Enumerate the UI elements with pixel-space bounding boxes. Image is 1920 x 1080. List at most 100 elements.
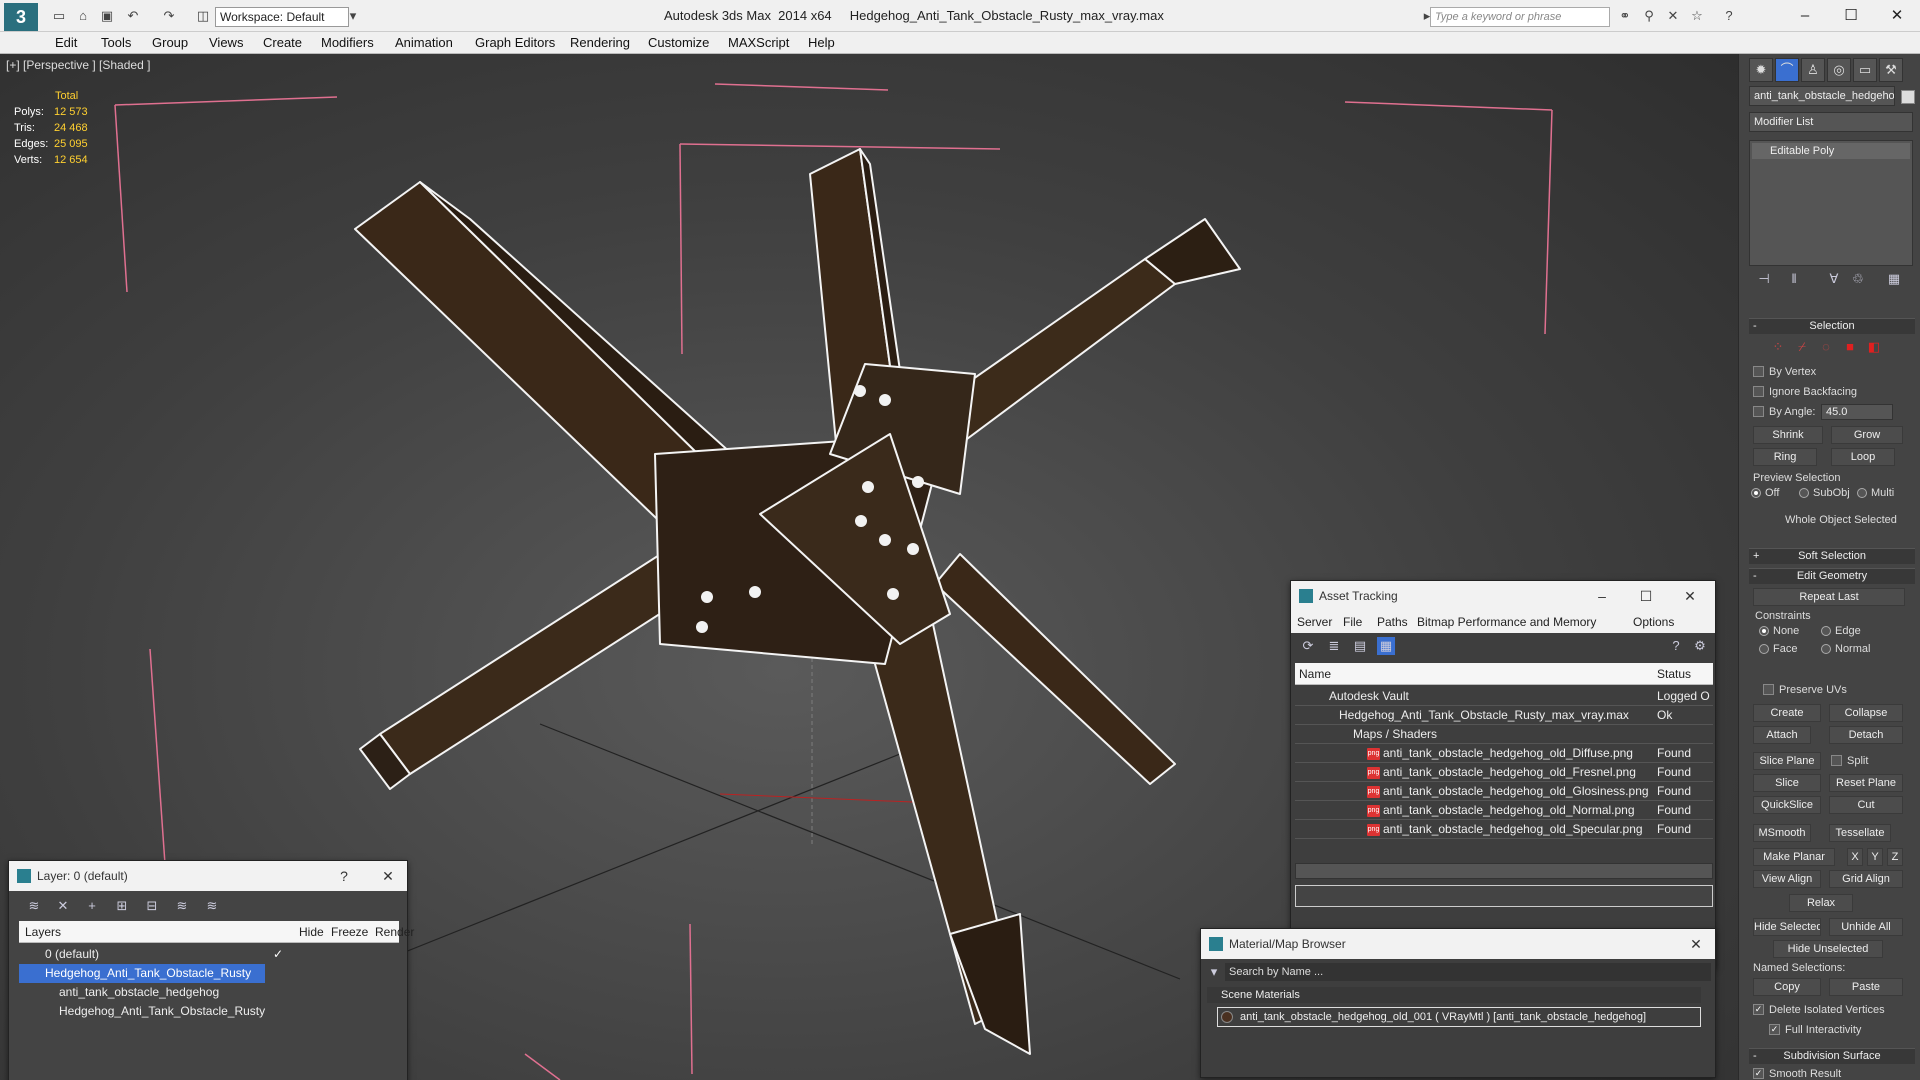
constraint-edge-radio[interactable] — [1821, 626, 1831, 636]
border-mode-icon[interactable]: ◌ — [1817, 338, 1835, 356]
workspace-dropdown[interactable]: Workspace: Default — [215, 7, 349, 27]
material-close-button[interactable]: ✕ — [1681, 932, 1711, 956]
layer-row-default[interactable]: 0 (default) ✓ — [19, 945, 399, 964]
vertex-mode-icon[interactable]: ⁘ — [1769, 338, 1787, 356]
constraint-normal-radio[interactable] — [1821, 644, 1831, 654]
constraint-none-radio[interactable] — [1759, 626, 1769, 636]
tessellate-button[interactable]: Tessellate — [1829, 824, 1891, 842]
vault-settings-icon[interactable]: ⚙ — [1691, 637, 1709, 655]
menu-customize[interactable]: Customize — [648, 35, 709, 50]
display-tab-icon[interactable]: ▭ — [1853, 58, 1877, 82]
soft-selection-rollout[interactable]: + Soft Selection — [1749, 548, 1915, 564]
quickslice-button[interactable]: QuickSlice — [1753, 796, 1821, 814]
list-view-icon[interactable]: ≣ — [1325, 637, 1343, 655]
layer-add-icon[interactable]: + — [83, 897, 101, 915]
undo-icon[interactable]: ↶ — [124, 7, 142, 25]
detach-button[interactable]: Detach — [1829, 726, 1903, 744]
split-checkbox[interactable] — [1831, 755, 1842, 766]
by-angle-checkbox[interactable] — [1753, 406, 1764, 417]
material-browser-title[interactable]: Material/Map Browser — [1201, 929, 1715, 959]
browser-options-icon[interactable]: ▾ — [1205, 963, 1223, 981]
new-file-icon[interactable]: ▭ — [50, 7, 68, 25]
col-status[interactable]: Status — [1657, 663, 1691, 685]
asset-row[interactable]: png anti_tank_obstacle_hedgehog_old_Glosi… — [1295, 782, 1713, 801]
preserve-uvs-checkbox[interactable] — [1763, 684, 1774, 695]
layer-new-icon[interactable]: ≋ — [25, 897, 43, 915]
asset-menu-options[interactable]: Options — [1633, 615, 1674, 629]
view-align-button[interactable]: View Align — [1753, 870, 1821, 888]
ignore-backfacing-checkbox[interactable] — [1753, 386, 1764, 397]
menu-animation[interactable]: Animation — [395, 35, 453, 50]
save-file-icon[interactable]: ▣ — [98, 7, 116, 25]
modify-tab-icon[interactable]: ⌒ — [1775, 58, 1799, 82]
menu-help[interactable]: Help — [808, 35, 835, 50]
layer-row-object[interactable]: Hedgehog_Anti_Tank_Obstacle_Rusty — [19, 1002, 399, 1021]
binoculars-icon[interactable]: ⚭ — [1616, 7, 1634, 25]
edge-mode-icon[interactable]: ⌿ — [1793, 338, 1811, 356]
asset-menu-bitmap[interactable]: Bitmap Performance and Memory — [1417, 615, 1596, 629]
help-icon[interactable]: ? — [1720, 7, 1738, 25]
menu-rendering[interactable]: Rendering — [570, 35, 630, 50]
asset-maximize-button[interactable]: ☐ — [1631, 584, 1661, 608]
keyword-search-input[interactable]: Type a keyword or phrase — [1430, 7, 1610, 27]
menu-maxscript[interactable]: MAXScript — [728, 35, 789, 50]
asset-path-field[interactable] — [1295, 885, 1713, 907]
full-interactivity-checkbox[interactable]: ✓ — [1769, 1024, 1780, 1035]
workspace-dropdown-arrow-icon[interactable]: ▾ — [344, 7, 362, 25]
make-planar-button[interactable]: Make Planar — [1753, 848, 1835, 866]
collapse-button[interactable]: Collapse — [1829, 704, 1903, 722]
object-color-swatch[interactable] — [1901, 90, 1915, 104]
planar-z-button[interactable]: Z — [1887, 848, 1903, 866]
layer-hide-all-icon[interactable]: ≋ — [173, 897, 191, 915]
viewport-label[interactable]: [+] [Perspective ] [Shaded ] — [6, 58, 150, 72]
polygon-mode-icon[interactable]: ■ — [1841, 338, 1859, 356]
vault-help-icon[interactable]: ? — [1667, 637, 1685, 655]
hide-unselected-button[interactable]: Hide Unselected — [1773, 940, 1883, 958]
thumbnail-view-icon[interactable]: ▤ — [1351, 637, 1369, 655]
asset-horizontal-scrollbar[interactable] — [1295, 863, 1713, 879]
layer-close-button[interactable]: ✕ — [373, 864, 403, 888]
menu-edit[interactable]: Edit — [55, 35, 77, 50]
make-unique-icon[interactable]: ∀ — [1825, 270, 1843, 288]
refresh-icon[interactable]: ⟳ — [1299, 637, 1317, 655]
hierarchy-tab-icon[interactable]: ♙ — [1801, 58, 1825, 82]
remove-modifier-icon[interactable]: ♲ — [1849, 270, 1867, 288]
hide-selected-button[interactable]: Hide Selected — [1753, 918, 1821, 936]
col-hide[interactable]: Hide — [299, 921, 324, 943]
open-file-icon[interactable]: ⌂ — [74, 7, 92, 25]
slice-plane-button[interactable]: Slice Plane — [1753, 752, 1821, 770]
col-render[interactable]: Render — [375, 921, 414, 943]
asset-row[interactable]: png anti_tank_obstacle_hedgehog_old_Diffu… — [1295, 744, 1713, 763]
material-item[interactable]: anti_tank_obstacle_hedgehog_old_001 ( VR… — [1217, 1007, 1701, 1027]
menu-graph-editors[interactable]: Graph Editors — [475, 35, 555, 50]
cut-button[interactable]: Cut — [1829, 796, 1903, 814]
reset-plane-button[interactable]: Reset Plane — [1829, 774, 1903, 792]
asset-minimize-button[interactable]: – — [1587, 584, 1617, 608]
angle-spinner[interactable]: 45.0 — [1821, 404, 1893, 420]
layer-row-object[interactable]: anti_tank_obstacle_hedgehog — [19, 983, 399, 1002]
unhide-all-button[interactable]: Unhide All — [1829, 918, 1903, 936]
asset-menu-paths[interactable]: Paths — [1377, 615, 1408, 629]
edit-geometry-rollout[interactable]: - Edit Geometry — [1749, 568, 1915, 584]
communication-center-icon[interactable]: ✕ — [1664, 7, 1682, 25]
maximize-button[interactable]: ☐ — [1828, 4, 1874, 28]
preview-subobj-radio[interactable] — [1799, 488, 1809, 498]
menu-tools[interactable]: Tools — [101, 35, 131, 50]
pin-stack-icon[interactable]: ⊣ — [1755, 270, 1773, 288]
utilities-tab-icon[interactable]: ⚒ — [1879, 58, 1903, 82]
scene-materials-group[interactable]: Scene Materials — [1207, 987, 1701, 1003]
asset-row[interactable]: Hedgehog_Anti_Tank_Obstacle_Rusty_max_vr… — [1295, 706, 1713, 725]
project-folder-icon[interactable]: ◫ — [194, 7, 212, 25]
asset-menu-file[interactable]: File — [1343, 615, 1362, 629]
favorites-star-icon[interactable]: ☆ — [1688, 7, 1706, 25]
asset-row[interactable]: Maps / Shaders — [1295, 725, 1713, 744]
preview-off-radio[interactable] — [1751, 488, 1761, 498]
col-layers[interactable]: Layers — [25, 921, 61, 943]
repeat-last-button[interactable]: Repeat Last — [1753, 588, 1905, 606]
planar-y-button[interactable]: Y — [1867, 848, 1883, 866]
layer-help-button[interactable]: ? — [329, 864, 359, 888]
minimize-button[interactable]: – — [1782, 4, 1828, 28]
msmooth-button[interactable]: MSmooth — [1753, 824, 1811, 842]
menu-views[interactable]: Views — [209, 35, 243, 50]
layer-freeze-all-icon[interactable]: ≋ — [203, 897, 221, 915]
